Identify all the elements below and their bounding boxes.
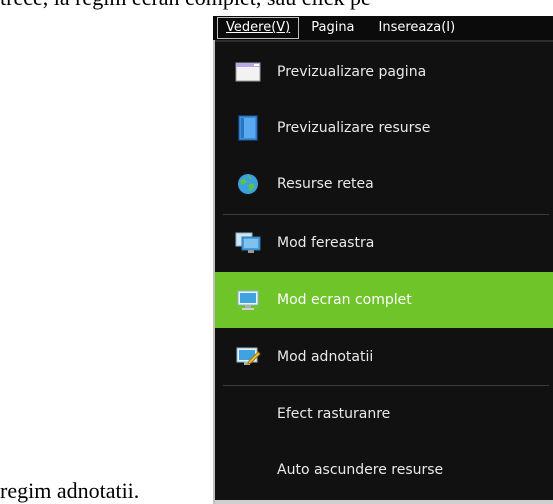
- page-preview-icon: [234, 58, 262, 86]
- menu-item-label: Mod adnotatii: [277, 349, 374, 365]
- fullscreen-monitor-icon: [234, 286, 262, 314]
- menu-item-label: Resurse retea: [277, 176, 374, 192]
- menu-item-label: Mod fereastra: [277, 235, 375, 251]
- document-text-bottom: regim adnotatii.: [0, 478, 140, 503]
- annotation-monitor-icon: [234, 343, 262, 371]
- menu-item-label: Auto ascundere resurse: [277, 462, 444, 478]
- menu-bar: Vedere(V) Pagina Insereaza(I): [213, 16, 553, 40]
- menu-bottom-edge: [215, 500, 553, 504]
- menu-item-auto-hide-resources[interactable]: Auto ascundere resurse: [215, 442, 553, 498]
- menu-item-flip-effect[interactable]: Efect rasturanre: [215, 386, 553, 442]
- menu-vedere[interactable]: Vedere(V): [217, 17, 300, 39]
- menu-item-label: Mod ecran complet: [277, 292, 412, 308]
- menu-pagina[interactable]: Pagina: [299, 17, 366, 39]
- menu-item-label: Previzualizare pagina: [277, 64, 427, 80]
- window-monitor-icon: [234, 229, 262, 257]
- globe-icon: [234, 170, 262, 198]
- resource-preview-icon: [234, 114, 262, 142]
- menu-item-resource-preview[interactable]: Previzualizare resurse: [215, 100, 553, 156]
- view-dropdown-menu: Previzualizare pagina Previzualizare res…: [213, 40, 553, 504]
- menu-item-fullscreen-mode[interactable]: Mod ecran complet: [215, 272, 553, 328]
- menu-item-label: Previzualizare resurse: [277, 120, 431, 136]
- menu-item-network-resources[interactable]: Resurse retea: [215, 156, 553, 212]
- menu-item-annotation-mode[interactable]: Mod adnotatii: [215, 329, 553, 385]
- menu-item-label: Efect rasturanre: [277, 406, 391, 422]
- menu-insereaza[interactable]: Insereaza(I): [367, 17, 468, 39]
- document-text-top: trece, la regim ecran complet, sau click…: [0, 0, 553, 10]
- menu-item-page-preview[interactable]: Previzualizare pagina: [215, 44, 553, 100]
- menu-item-window-mode[interactable]: Mod fereastra: [215, 215, 553, 271]
